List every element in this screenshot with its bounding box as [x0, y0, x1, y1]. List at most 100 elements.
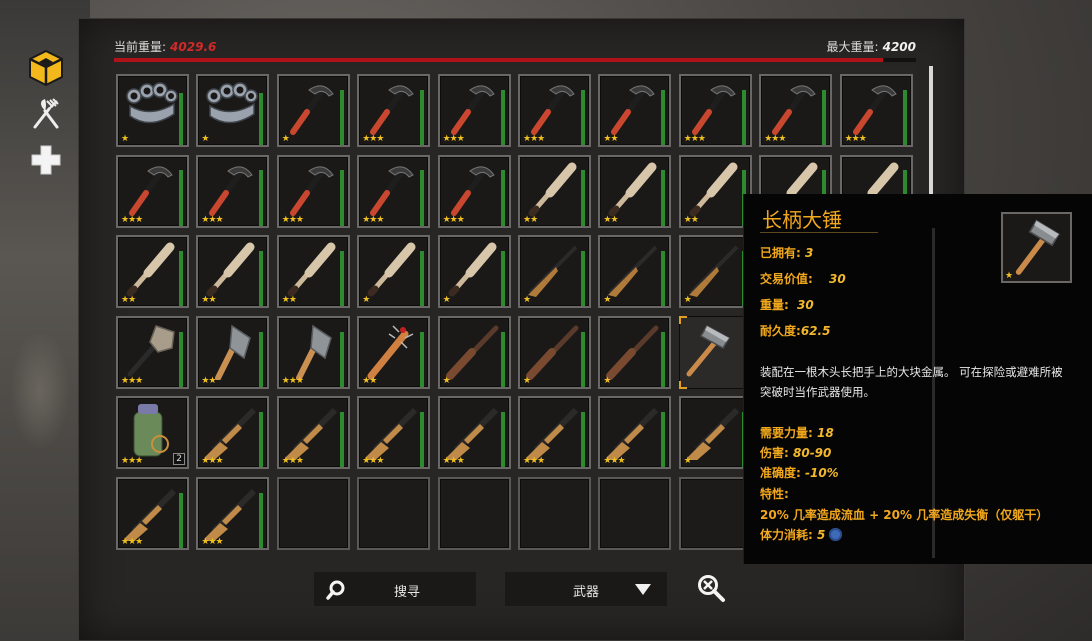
inventory-slot[interactable]: ★★: [357, 315, 431, 389]
pickaxe-icon: [611, 85, 656, 135]
inventory-slot[interactable]: ★★★: [116, 154, 189, 228]
bat-icon: [689, 162, 738, 217]
category-filter-dropdown[interactable]: 武器: [505, 572, 667, 606]
shotgun-icon: [284, 408, 337, 461]
quality-stars: ★: [683, 295, 692, 306]
pickaxe-icon: [289, 165, 334, 216]
side-nav: [26, 48, 68, 186]
zoom-clear-icon: [698, 575, 725, 602]
quality-stars: ★★★: [764, 134, 786, 144]
strength-row: 需要力量: 18: [760, 426, 834, 440]
rifle-icon: [608, 245, 658, 298]
quality-stars: ★★: [683, 214, 699, 225]
inventory-slot[interactable]: ★: [518, 235, 591, 309]
inventory-slot[interactable]: ★★★: [196, 477, 270, 550]
durability-bar: [259, 412, 264, 468]
inventory-slot[interactable]: ★★: [518, 154, 591, 228]
quality-stars: ★: [603, 375, 611, 386]
inventory-slot[interactable]: ★★★: [759, 74, 833, 147]
shotgun-icon: [445, 408, 498, 461]
inventory-slot[interactable]: ★★★: [276, 154, 350, 228]
medical-cross-icon[interactable]: [26, 140, 66, 180]
quality-stars: ★: [121, 134, 129, 144]
inventory-slot[interactable]: ★★★: [839, 74, 913, 147]
inventory-slot[interactable]: ★: [437, 235, 511, 309]
inventory-slot[interactable]: ★★: [116, 235, 189, 309]
pickaxe-icon: [531, 85, 575, 135]
durability-bar: [259, 331, 264, 387]
quality-stars: ★: [362, 295, 370, 306]
inventory-slot[interactable]: ★★: [276, 235, 350, 309]
inventory-slot[interactable]: ★★★ 2: [116, 396, 189, 470]
inventory-slot[interactable]: ★: [276, 74, 350, 147]
inventory-slot-empty[interactable]: [678, 477, 752, 550]
fork-knife-icon[interactable]: [26, 94, 66, 134]
inventory-slot[interactable]: ★★★: [196, 396, 270, 470]
inventory-slot[interactable]: ★★★: [116, 477, 189, 550]
inventory-slot[interactable]: ★★★: [357, 396, 431, 470]
inventory-slot[interactable]: ★: [678, 396, 752, 470]
inventory-slot[interactable]: ★★★: [437, 396, 511, 470]
inventory-slot[interactable]: ★: [357, 235, 431, 309]
inventory-slot[interactable]: ★★★: [357, 74, 431, 147]
inventory-slot[interactable]: ★: [678, 235, 752, 309]
current-weight-value: 4029.6: [170, 40, 217, 54]
inventory-slot[interactable]: ★★: [196, 235, 270, 309]
musket-icon: [606, 325, 659, 380]
inventory-slot[interactable]: ★★: [598, 154, 672, 228]
inventory-slot[interactable]: ★★★: [678, 74, 752, 147]
inventory-slot[interactable]: ★: [116, 74, 189, 147]
durability-bar: [179, 250, 183, 307]
inventory-slot-empty[interactable]: [437, 477, 511, 550]
shotgun-icon: [526, 408, 579, 461]
inventory-slot[interactable]: ★: [598, 235, 672, 309]
pickaxe-icon: [691, 85, 736, 135]
inventory-slot[interactable]: ★★★: [357, 154, 431, 228]
inventory-slot[interactable]: ★★★: [116, 315, 189, 389]
inventory-cube-icon[interactable]: [26, 48, 66, 88]
sledgehammer-icon: [1015, 219, 1060, 275]
inventory-slot[interactable]: ★★: [598, 74, 672, 147]
durability-bar: [581, 250, 585, 307]
quality-stars: ★★★: [603, 456, 625, 467]
inventory-slot[interactable]: ★★: [678, 154, 752, 228]
durability-bar: [420, 170, 425, 226]
search-button[interactable]: 搜寻: [314, 572, 476, 606]
pickaxe-icon: [772, 85, 816, 135]
durability-bar: [339, 412, 344, 468]
item-weight-value: 30: [797, 298, 814, 312]
durability-bar: [339, 89, 344, 145]
durability-bar: [339, 170, 344, 226]
durability-bar: [259, 492, 264, 548]
inventory-slot-empty[interactable]: [276, 477, 350, 550]
inventory-slot[interactable]: ★: [437, 315, 511, 389]
bat-icon: [608, 162, 657, 217]
inventory-slot[interactable]: ★★★: [598, 396, 672, 470]
inventory-slot[interactable]: ★★★: [437, 154, 511, 228]
mace-icon: [127, 324, 175, 377]
selection-corner: [678, 315, 687, 324]
durability-bar: [581, 170, 585, 226]
inventory-slot[interactable]: ★★★: [276, 315, 350, 389]
durability-bar: [420, 331, 425, 387]
inventory-slot[interactable]: ★: [598, 315, 672, 389]
inventory-slot[interactable]: ★★★: [276, 396, 350, 470]
inventory-slot-empty[interactable]: [598, 477, 672, 550]
inventory-slot-empty[interactable]: [357, 477, 431, 550]
inventory-slot[interactable]: ★★★: [518, 74, 591, 147]
inventory-slot[interactable]: ★: [196, 74, 270, 147]
inventory-slot-empty[interactable]: [518, 477, 591, 550]
inventory-slot[interactable]: ★★★: [437, 74, 511, 147]
quality-stars: ★★★: [362, 456, 384, 467]
inventory-slot[interactable]: ★★: [196, 315, 270, 389]
inventory-slot[interactable]: ★: [518, 315, 591, 389]
inventory-slot[interactable]: ★★★: [518, 396, 591, 470]
stack-count: 2: [173, 453, 185, 466]
clear-search-button[interactable]: [696, 573, 726, 603]
inventory-slot[interactable]: [678, 315, 752, 389]
spiked-club-icon: [367, 325, 414, 380]
stamina-row: 体力消耗: 5: [760, 526, 843, 543]
quality-stars: ★★★: [121, 375, 143, 386]
inventory-slot[interactable]: ★★★: [196, 154, 270, 228]
quality-stars: ★: [281, 134, 290, 144]
